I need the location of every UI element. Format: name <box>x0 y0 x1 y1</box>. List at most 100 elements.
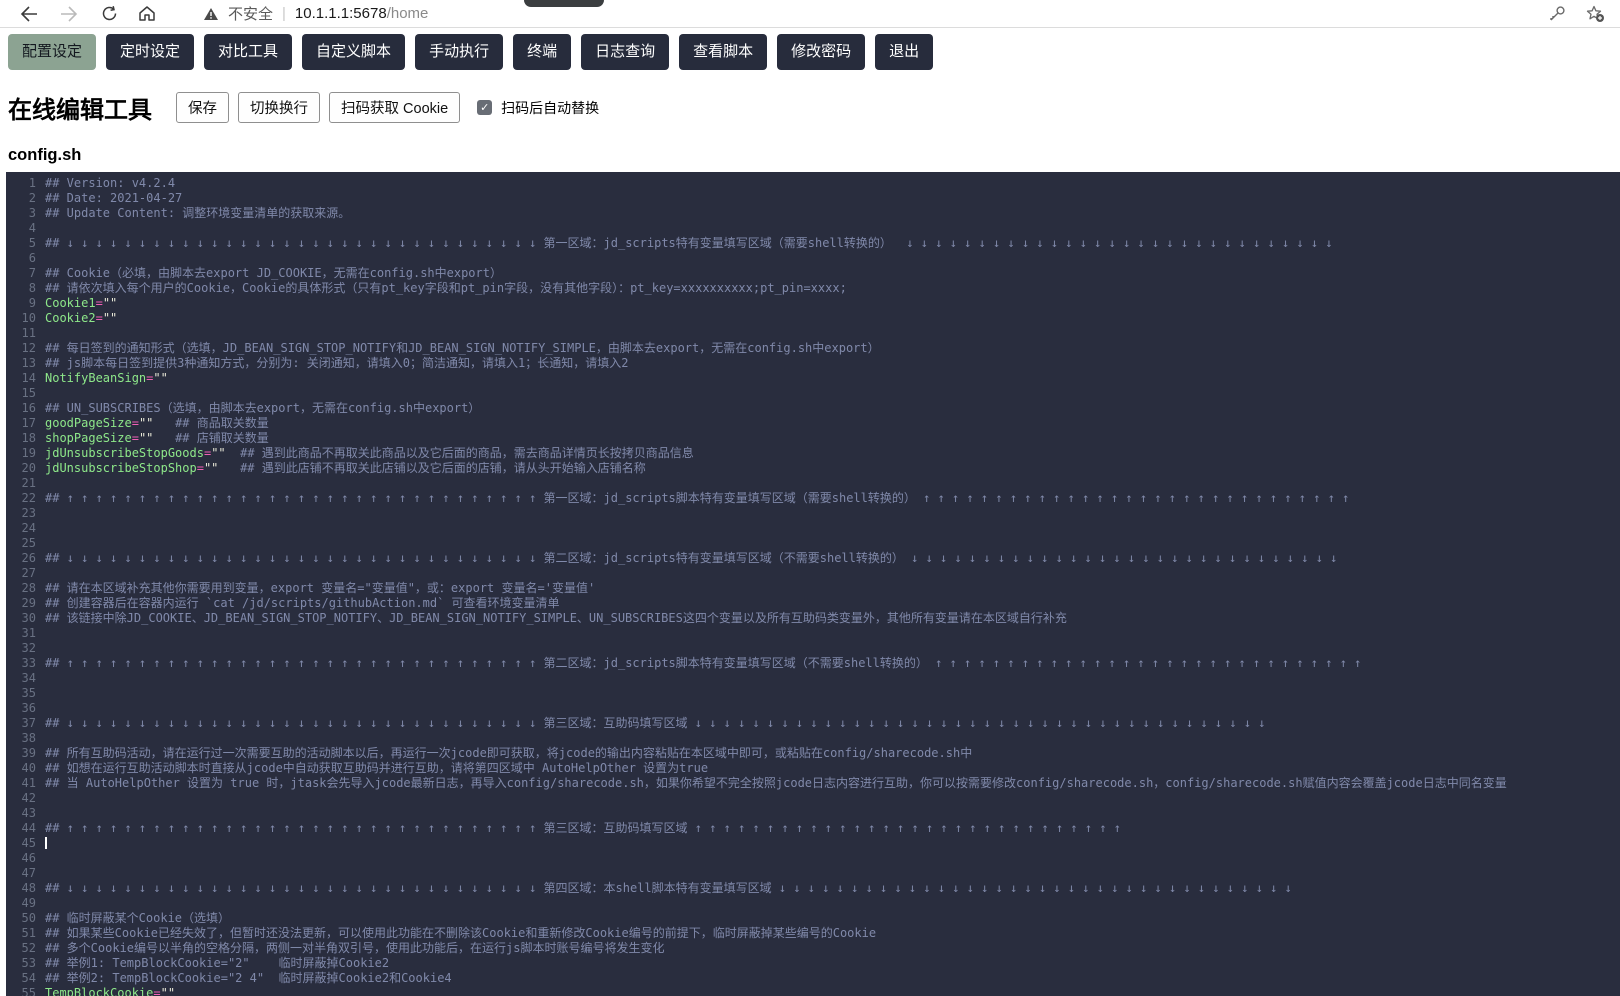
bookmark-add-icon[interactable] <box>1584 3 1606 25</box>
code-editor[interactable]: 1## Version: v4.2.42## Date: 2021-04-273… <box>6 172 1620 996</box>
line-number: 33 <box>6 656 36 671</box>
line-number: 25 <box>6 536 36 551</box>
tab-remnant <box>524 0 604 7</box>
code-line: 51## 如果某些Cookie已经失效了，但暂时还没法更新，可以使用此功能在不删… <box>6 926 1620 941</box>
line-number: 20 <box>6 461 36 476</box>
back-icon[interactable] <box>18 3 40 25</box>
code-line: 37## ↓ ↓ ↓ ↓ ↓ ↓ ↓ ↓ ↓ ↓ ↓ ↓ ↓ ↓ ↓ ↓ ↓ ↓… <box>6 716 1620 731</box>
save-button[interactable]: 保存 <box>176 92 229 123</box>
line-number: 55 <box>6 986 36 996</box>
code-line: 18shopPageSize="" ## 店铺取关数量 <box>6 431 1620 446</box>
code-line: 17goodPageSize="" ## 商品取关数量 <box>6 416 1620 431</box>
nav-button-manual-run[interactable]: 手动执行 <box>415 34 503 70</box>
line-number: 24 <box>6 521 36 536</box>
line-number: 12 <box>6 341 36 356</box>
code-line: 55TempBlockCookie="" <box>6 986 1620 996</box>
url-path: /home <box>387 5 429 22</box>
auto-replace-checkbox[interactable]: ✓ <box>477 100 492 115</box>
line-number: 52 <box>6 941 36 956</box>
code-line: 32 <box>6 641 1620 656</box>
page-title: 在线编辑工具 <box>8 90 152 125</box>
line-number: 47 <box>6 866 36 881</box>
code-line: 9Cookie1="" <box>6 296 1620 311</box>
code-line: 12## 每日签到的通知形式（选填，JD_BEAN_SIGN_STOP_NOTI… <box>6 341 1620 356</box>
address-divider: | <box>282 5 286 22</box>
code-line: 8## 请依次填入每个用户的Cookie，Cookie的具体形式（只有pt_ke… <box>6 281 1620 296</box>
refresh-icon[interactable] <box>98 3 120 25</box>
line-number: 23 <box>6 506 36 521</box>
url-host: 10.1.1.1:5678 <box>295 5 387 22</box>
line-number: 18 <box>6 431 36 446</box>
editor-toolbar: 在线编辑工具 保存切换换行扫码获取 Cookie ✓ 扫码后自动替换 <box>8 90 1620 125</box>
code-line: 45 <box>6 836 1620 851</box>
code-line: 16## UN_SUBSCRIBES（选填，由脚本去export，无需在conf… <box>6 401 1620 416</box>
security-label: 不安全 <box>228 3 273 24</box>
code-line: 24 <box>6 521 1620 536</box>
line-number: 43 <box>6 806 36 821</box>
line-number: 3 <box>6 206 36 221</box>
code-line: 48## ↓ ↓ ↓ ↓ ↓ ↓ ↓ ↓ ↓ ↓ ↓ ↓ ↓ ↓ ↓ ↓ ↓ ↓… <box>6 881 1620 896</box>
line-number: 1 <box>6 176 36 191</box>
line-number: 49 <box>6 896 36 911</box>
line-number: 29 <box>6 596 36 611</box>
code-line: 26## ↓ ↓ ↓ ↓ ↓ ↓ ↓ ↓ ↓ ↓ ↓ ↓ ↓ ↓ ↓ ↓ ↓ ↓… <box>6 551 1620 566</box>
nav-button-logout[interactable]: 退出 <box>875 34 933 70</box>
nav-button-view-script[interactable]: 查看脚本 <box>679 34 767 70</box>
line-number: 54 <box>6 971 36 986</box>
key-icon[interactable] <box>1546 3 1568 25</box>
code-line: 47 <box>6 866 1620 881</box>
line-number: 46 <box>6 851 36 866</box>
line-number: 17 <box>6 416 36 431</box>
code-line: 1## Version: v4.2.4 <box>6 176 1620 191</box>
code-line: 15 <box>6 386 1620 401</box>
line-number: 30 <box>6 611 36 626</box>
toggle-wrap-button[interactable]: 切换换行 <box>238 92 320 123</box>
code-line: 7## Cookie（必填，由脚本去export JD_COOKIE，无需在co… <box>6 266 1620 281</box>
line-number: 38 <box>6 731 36 746</box>
code-line: 50## 临时屏蔽某个Cookie（选填） <box>6 911 1620 926</box>
line-number: 19 <box>6 446 36 461</box>
nav-button-log-query[interactable]: 日志查询 <box>581 34 669 70</box>
line-number: 6 <box>6 251 36 266</box>
nav-button-custom-script[interactable]: 自定义脚本 <box>302 34 405 70</box>
code-line: 11 <box>6 326 1620 341</box>
line-number: 13 <box>6 356 36 371</box>
forward-icon <box>58 3 80 25</box>
code-line: 43 <box>6 806 1620 821</box>
code-line: 13## js脚本每日签到提供3种通知方式，分别为: 关闭通知，请填入0；简洁通… <box>6 356 1620 371</box>
code-line: 14NotifyBeanSign="" <box>6 371 1620 386</box>
file-name: config.sh <box>8 146 1620 165</box>
code-line: 39## 所有互助码活动，请在运行过一次需要互助的活动脚本以后，再运行一次jco… <box>6 746 1620 761</box>
code-line: 3## Update Content: 调整环境变量清单的获取来源。 <box>6 206 1620 221</box>
address-bar[interactable]: 不安全 | 10.1.1.1:5678 /home <box>200 3 428 25</box>
line-number: 5 <box>6 236 36 251</box>
text-cursor <box>45 837 47 849</box>
nav-button-change-password[interactable]: 修改密码 <box>777 34 865 70</box>
auto-replace-label: 扫码后自动替换 <box>501 98 599 118</box>
code-line: 49 <box>6 896 1620 911</box>
browser-toolbar: 不安全 | 10.1.1.1:5678 /home <box>0 0 1620 28</box>
code-line: 46 <box>6 851 1620 866</box>
warning-icon[interactable] <box>200 3 222 25</box>
line-number: 32 <box>6 641 36 656</box>
nav-button-schedule-settings[interactable]: 定时设定 <box>106 34 194 70</box>
code-line: 38 <box>6 731 1620 746</box>
code-line: 53## 举例1: TempBlockCookie="2" 临时屏蔽掉Cooki… <box>6 956 1620 971</box>
nav-button-config-settings[interactable]: 配置设定 <box>8 34 96 70</box>
line-number: 44 <box>6 821 36 836</box>
line-number: 11 <box>6 326 36 341</box>
line-number: 41 <box>6 776 36 791</box>
scan-cookie-button[interactable]: 扫码获取 Cookie <box>329 92 460 123</box>
line-number: 53 <box>6 956 36 971</box>
code-line: 2## Date: 2021-04-27 <box>6 191 1620 206</box>
nav-button-terminal[interactable]: 终端 <box>513 34 571 70</box>
line-number: 26 <box>6 551 36 566</box>
line-number: 9 <box>6 296 36 311</box>
line-number: 7 <box>6 266 36 281</box>
line-number: 14 <box>6 371 36 386</box>
home-icon[interactable] <box>136 3 158 25</box>
code-line: 20jdUnsubscribeStopShop="" ## 遇到此店铺不再取关此… <box>6 461 1620 476</box>
nav-button-diff-tool[interactable]: 对比工具 <box>204 34 292 70</box>
line-number: 4 <box>6 221 36 236</box>
code-line: 22## ↑ ↑ ↑ ↑ ↑ ↑ ↑ ↑ ↑ ↑ ↑ ↑ ↑ ↑ ↑ ↑ ↑ ↑… <box>6 491 1620 506</box>
